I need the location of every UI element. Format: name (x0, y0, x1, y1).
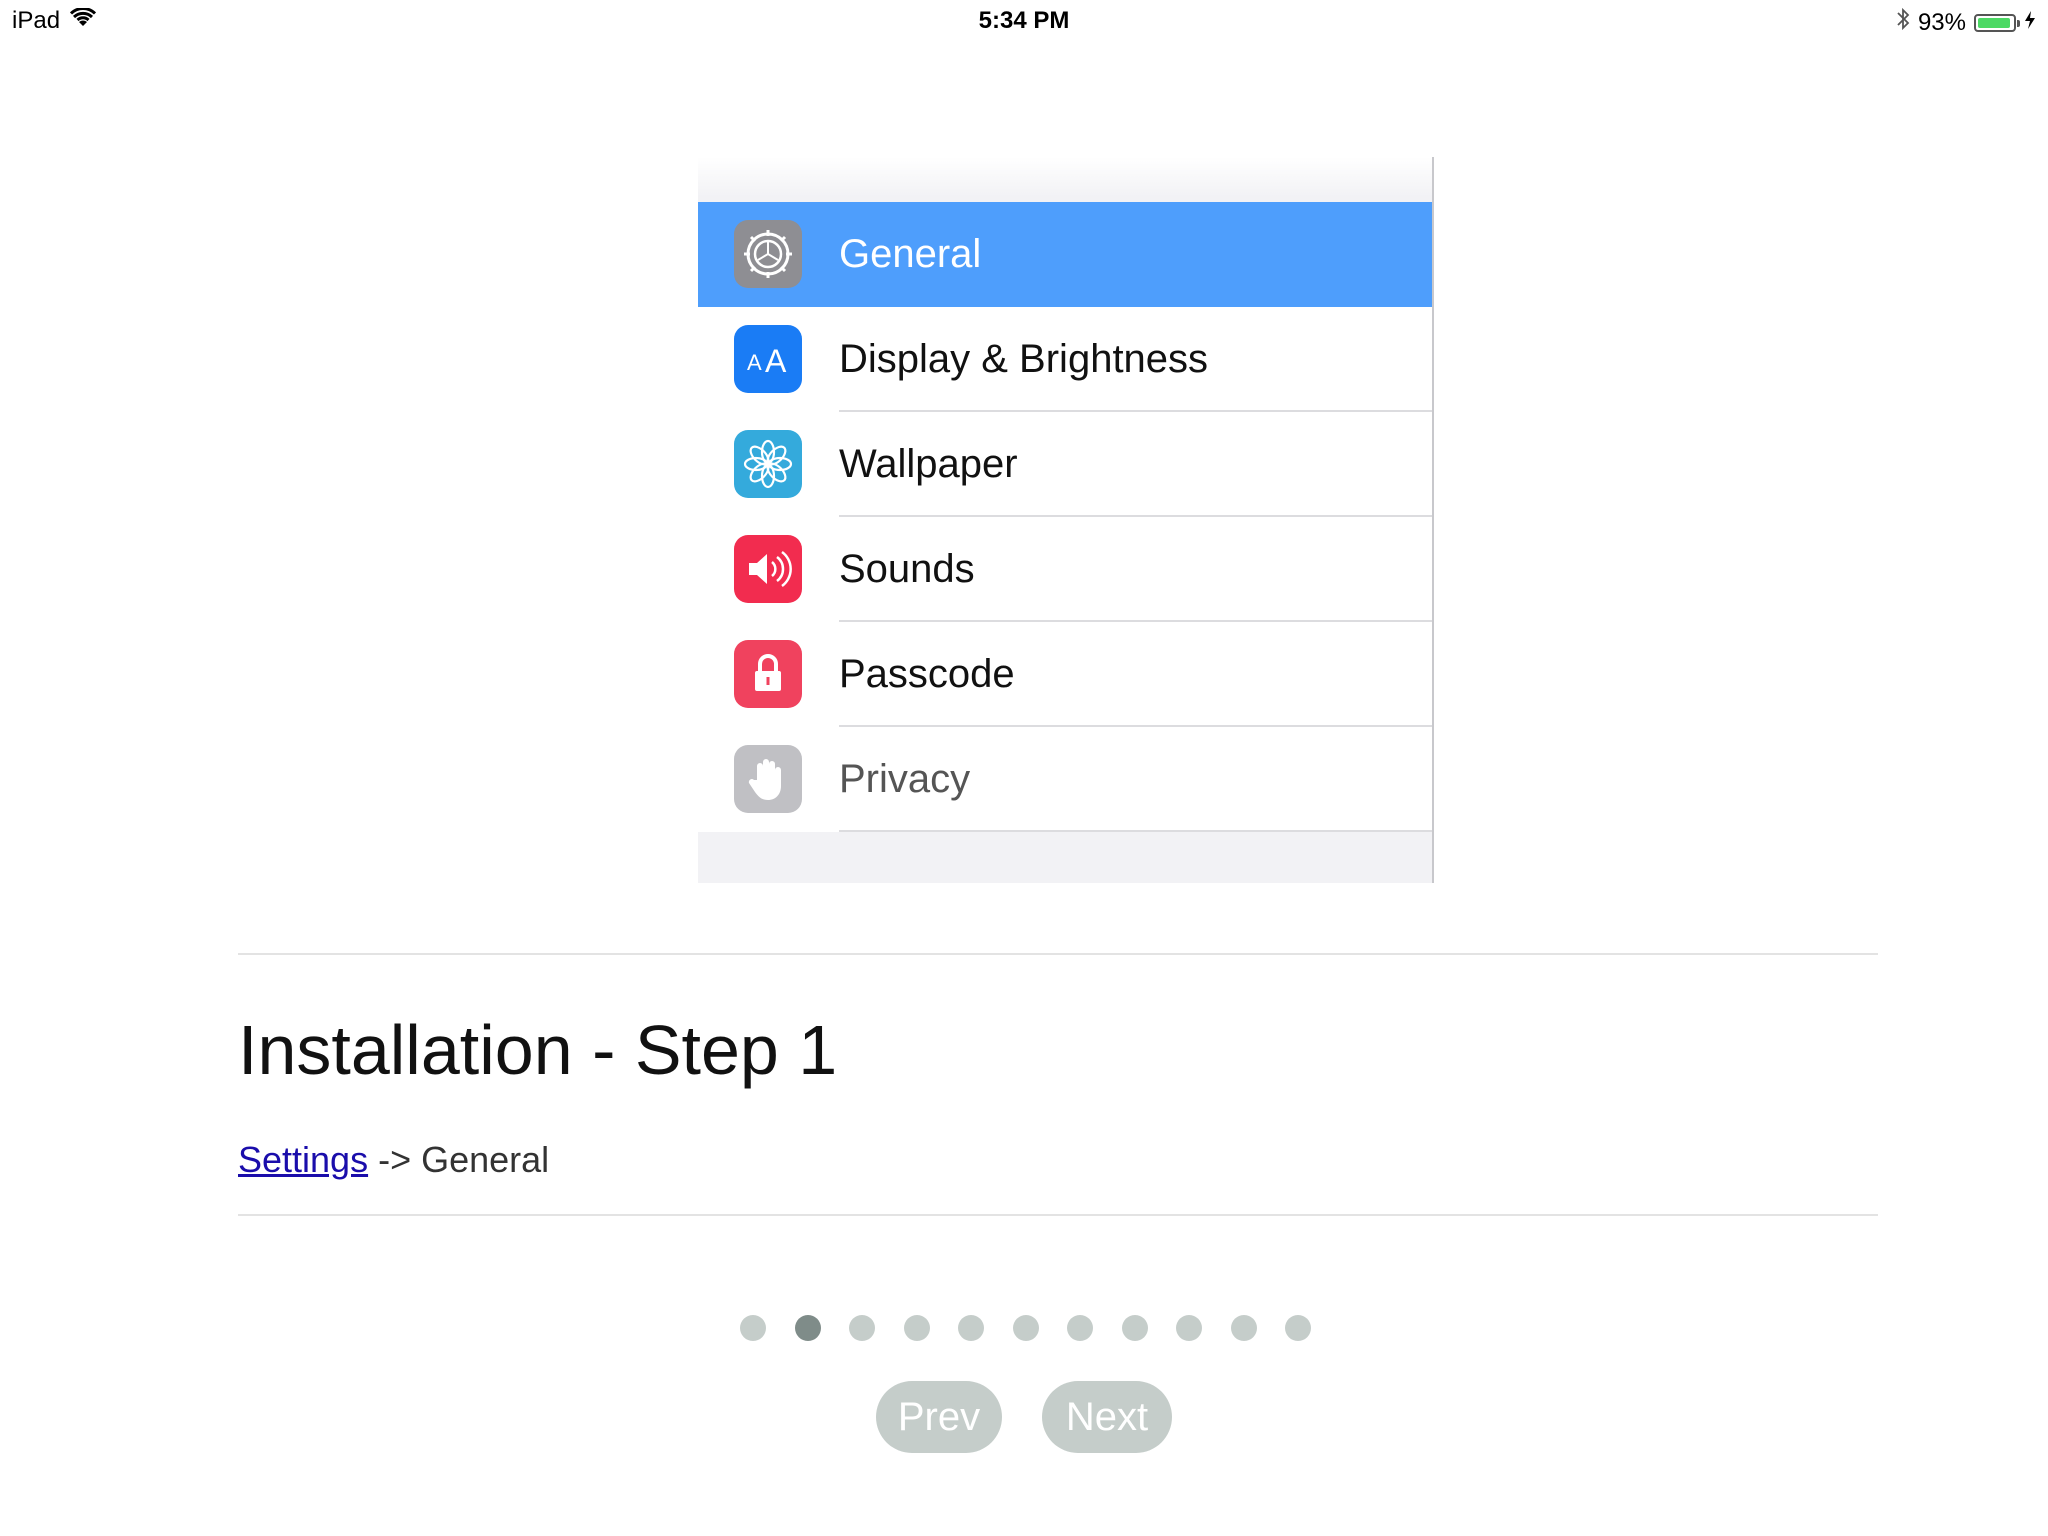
row-divider (839, 830, 1432, 832)
settings-row-general: General (698, 202, 1432, 307)
pagination-dot[interactable] (1176, 1315, 1202, 1341)
wallpaper-flower-icon (734, 430, 802, 498)
display-brightness-icon: A A (734, 325, 802, 393)
battery-icon (1974, 13, 2020, 32)
hand-icon (734, 745, 802, 813)
prev-button[interactable]: Prev (876, 1381, 1002, 1453)
pagination-dot[interactable] (794, 1315, 821, 1341)
breadcrumb-current: -> General (368, 1139, 550, 1180)
step-title: Installation - Step 1 (238, 1011, 838, 1089)
settings-row-label: Sounds (839, 547, 975, 591)
settings-row-label: Passcode (839, 652, 1015, 696)
status-right: 93% (1896, 7, 2036, 38)
pagination-dot[interactable] (1230, 1315, 1257, 1341)
pagination-dot[interactable] (903, 1315, 930, 1341)
lock-icon (734, 640, 802, 708)
status-bar: iPad 5:34 PM 93% (0, 0, 2048, 40)
charging-bolt-icon (2024, 9, 2036, 37)
svg-text:A: A (765, 343, 787, 379)
gear-icon (734, 220, 802, 288)
settings-row-wallpaper: Wallpaper (698, 412, 1432, 517)
top-separator (238, 953, 1878, 955)
settings-screenshot: General A A Display & Brightness Wallpap… (698, 157, 1434, 883)
pagination-dot[interactable] (849, 1315, 875, 1341)
pagination-dots (740, 1315, 1311, 1341)
battery-percent: 93% (1917, 8, 1966, 36)
pagination-dot[interactable] (1285, 1315, 1311, 1341)
pagination-dot[interactable] (1012, 1315, 1039, 1341)
settings-row-label: General (839, 232, 982, 276)
breadcrumb: Settings -> General (238, 1135, 549, 1185)
settings-row-sounds: Sounds (698, 517, 1432, 622)
settings-row-label: Display & Brightness (839, 337, 1209, 381)
bottom-separator (238, 1214, 1878, 1216)
settings-row-display-brightness: A A Display & Brightness (698, 307, 1432, 412)
pagination-dot[interactable] (740, 1315, 766, 1341)
status-time: 5:34 PM (978, 7, 1070, 34)
settings-row-label: Privacy (839, 757, 971, 801)
battery-fill (1978, 17, 2010, 28)
settings-row-label: Wallpaper (839, 442, 1018, 486)
settings-link[interactable]: Settings (238, 1139, 368, 1180)
bluetooth-icon (1896, 7, 1910, 38)
speaker-icon (734, 535, 802, 603)
pagination-dot[interactable] (958, 1315, 984, 1341)
pagination-dot[interactable] (1121, 1315, 1148, 1341)
svg-text:A: A (747, 350, 762, 375)
tutorial-page: iPad 5:34 PM 93% General A A Display & B… (0, 0, 2048, 1536)
next-button[interactable]: Next (1042, 1381, 1172, 1453)
settings-row-privacy: Privacy (698, 727, 1432, 832)
settings-row-passcode: Passcode (698, 622, 1432, 727)
pagination-dot[interactable] (1067, 1315, 1093, 1341)
